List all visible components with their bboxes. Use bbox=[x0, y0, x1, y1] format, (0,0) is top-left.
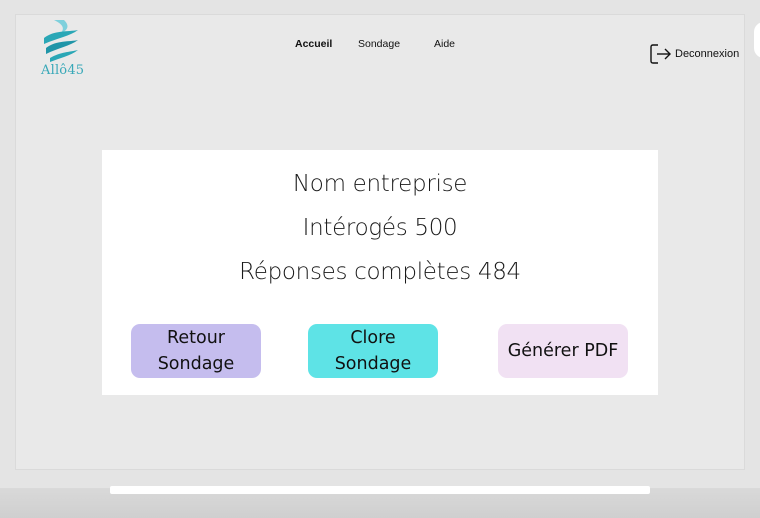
nav-home-link[interactable]: Accueil bbox=[295, 38, 332, 50]
survey-summary-card: Nom entreprise Intérogés 500 Réponses co… bbox=[102, 150, 658, 395]
logo-text: Allô45 bbox=[41, 63, 85, 78]
back-to-survey-button[interactable]: Retour Sondage bbox=[131, 324, 261, 378]
company-name: Nom entreprise bbox=[292, 171, 468, 197]
top-nav: Accueil Sondage Aide bbox=[0, 38, 760, 52]
generate-pdf-button[interactable]: Générer PDF bbox=[498, 324, 628, 378]
completed-responses-count: Réponses complètes 484 bbox=[239, 259, 521, 285]
nav-help-link[interactable]: Aide bbox=[434, 38, 455, 50]
close-survey-button[interactable]: Clore Sondage bbox=[308, 324, 438, 378]
surveyed-count: Intérogés 500 bbox=[302, 215, 458, 241]
logout-button[interactable]: Deconnexion bbox=[650, 44, 739, 64]
nav-survey-link[interactable]: Sondage bbox=[358, 38, 400, 50]
laptop-notch bbox=[110, 486, 650, 494]
logout-label: Deconnexion bbox=[675, 48, 740, 60]
logout-icon bbox=[650, 44, 671, 64]
